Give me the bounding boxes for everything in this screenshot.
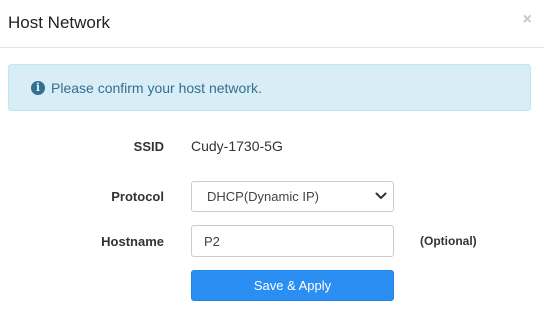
dialog-header: Host Network ×	[0, 0, 544, 48]
optional-hint: (Optional)	[420, 234, 477, 248]
close-button[interactable]: ×	[523, 12, 532, 28]
protocol-label: Protocol	[111, 189, 164, 204]
info-circle-icon: i	[31, 81, 45, 95]
protocol-selected-value: DHCP(Dynamic IP)	[207, 189, 319, 204]
ssid-label: SSID	[133, 139, 164, 154]
alert-message: Please confirm your host network.	[51, 80, 262, 96]
dialog-title: Host Network	[8, 13, 111, 32]
info-alert: i Please confirm your host network.	[8, 64, 531, 111]
save-apply-button[interactable]: Save & Apply	[191, 270, 394, 301]
hostname-input[interactable]	[191, 225, 394, 257]
protocol-select[interactable]: DHCP(Dynamic IP)	[191, 181, 394, 212]
ssid-value: Cudy-1730-5G	[191, 138, 283, 154]
close-icon: ×	[522, 11, 532, 28]
host-network-dialog: Host Network × i Please confirm your hos…	[0, 0, 544, 327]
hostname-label: Hostname	[101, 234, 164, 249]
chevron-down-icon	[375, 192, 387, 199]
